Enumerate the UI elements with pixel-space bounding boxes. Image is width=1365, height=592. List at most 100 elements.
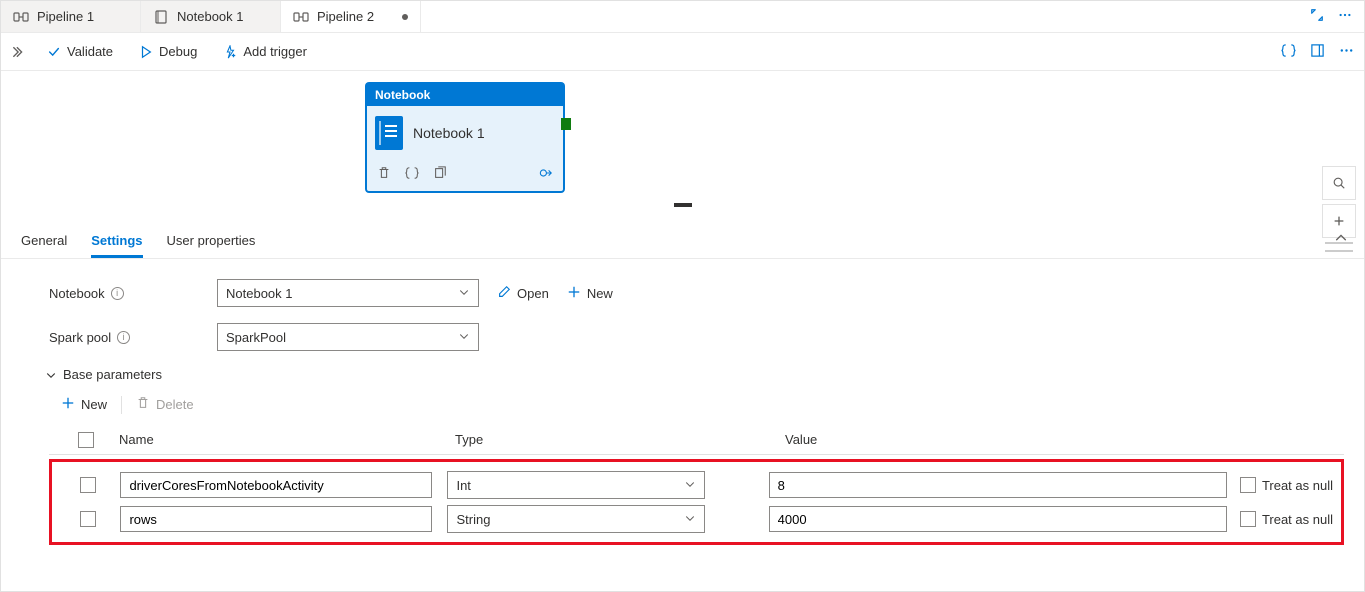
base-parameters-label: Base parameters [63, 367, 162, 382]
spark-pool-label: Spark pool i [49, 330, 217, 345]
col-type: Type [455, 432, 785, 447]
chevron-down-icon [684, 512, 696, 527]
param-type-select[interactable]: String [447, 505, 705, 533]
debug-label: Debug [159, 44, 197, 59]
param-name-input[interactable] [120, 506, 432, 532]
tab-label: Notebook 1 [177, 9, 244, 24]
param-new-label: New [81, 397, 107, 412]
param-type-select[interactable]: Int [447, 471, 705, 499]
param-delete-button: Delete [130, 394, 200, 415]
plus-icon [567, 285, 581, 302]
activity-body: Notebook 1 [367, 106, 563, 160]
toolbar: Validate Debug Add trigger [1, 33, 1364, 71]
add-trigger-button[interactable]: Add trigger [213, 33, 317, 70]
settings-form: Notebook i Notebook 1 Open New Spark poo… [1, 259, 1364, 545]
new-label: New [587, 286, 613, 301]
parameters-highlight: Int Treat as null String [49, 459, 1344, 545]
param-type-value: Int [456, 478, 470, 493]
treat-as-null-label: Treat as null [1262, 512, 1333, 527]
open-label: Open [517, 286, 549, 301]
pipeline-canvas[interactable]: Notebook Notebook 1 [1, 71, 1364, 221]
info-icon[interactable]: i [111, 287, 124, 300]
notebook-label-text: Notebook [49, 286, 105, 301]
properties-tabs: General Settings User properties [1, 221, 1364, 259]
spark-pool-label-text: Spark pool [49, 330, 111, 345]
validate-button[interactable]: Validate [37, 33, 123, 70]
panel-drag-handle[interactable] [674, 203, 692, 207]
open-notebook-button[interactable]: Open [497, 285, 549, 302]
trash-icon [136, 396, 150, 413]
plus-icon [61, 396, 75, 413]
tab-notebook1[interactable]: Notebook 1 [141, 1, 281, 32]
trigger-icon [223, 45, 237, 59]
treat-as-null-label: Treat as null [1262, 478, 1333, 493]
param-value-input[interactable] [769, 506, 1227, 532]
col-name: Name [115, 432, 455, 447]
notebook-activity[interactable]: Notebook Notebook 1 [367, 84, 563, 191]
parameters-table: Name Type Value Int Treat as null [49, 425, 1344, 545]
param-name-input[interactable] [120, 472, 432, 498]
row-checkbox[interactable] [80, 511, 96, 527]
new-notebook-button[interactable]: New [567, 285, 613, 302]
tabs-right-controls [1310, 1, 1364, 32]
spark-pool-select[interactable]: SparkPool [217, 323, 479, 351]
col-value: Value [785, 432, 1261, 447]
success-connector[interactable] [561, 118, 571, 130]
check-icon [47, 45, 61, 59]
toolbar-right [1281, 33, 1354, 70]
notebook-label: Notebook i [49, 286, 217, 301]
debug-button[interactable]: Debug [129, 33, 207, 70]
pipeline-icon [13, 9, 29, 25]
code-braces-icon[interactable] [1281, 43, 1296, 61]
search-button[interactable] [1322, 166, 1356, 200]
tab-pipeline2[interactable]: Pipeline 2 [281, 1, 421, 32]
param-value-input[interactable] [769, 472, 1227, 498]
treat-as-null-checkbox[interactable] [1240, 477, 1256, 493]
validate-label: Validate [67, 44, 113, 59]
play-icon [139, 45, 153, 59]
tab-label: Pipeline 1 [37, 9, 94, 24]
delete-icon[interactable] [377, 166, 391, 183]
table-row: String Treat as null [52, 502, 1341, 536]
base-parameters-toggle[interactable]: Base parameters [45, 367, 1344, 382]
tab-pipeline1[interactable]: Pipeline 1 [1, 1, 141, 32]
activity-header: Notebook [367, 84, 563, 106]
tab-general[interactable]: General [21, 233, 67, 258]
collapse-panel-icon[interactable] [1334, 231, 1348, 248]
notebook-select[interactable]: Notebook 1 [217, 279, 479, 307]
notebook-large-icon [375, 116, 403, 150]
modified-dot-icon [402, 14, 408, 20]
notebook-icon [153, 9, 169, 25]
row-checkbox[interactable] [80, 477, 96, 493]
expand-icon[interactable] [1310, 8, 1324, 25]
param-new-button[interactable]: New [55, 394, 113, 415]
notebook-select-value: Notebook 1 [226, 286, 293, 301]
treat-as-null-checkbox[interactable] [1240, 511, 1256, 527]
spark-pool-value: SparkPool [226, 330, 286, 345]
tab-settings[interactable]: Settings [91, 233, 142, 258]
edit-icon [497, 285, 511, 302]
activity-footer [367, 160, 563, 191]
select-all-checkbox[interactable] [78, 432, 94, 448]
divider [121, 396, 122, 414]
param-type-value: String [456, 512, 490, 527]
add-trigger-label: Add trigger [243, 44, 307, 59]
more-icon[interactable] [1339, 43, 1354, 61]
arrow-right-icon[interactable] [539, 166, 553, 183]
chevron-down-icon [458, 286, 470, 301]
code-braces-icon[interactable] [405, 166, 419, 183]
chevron-down-icon [684, 478, 696, 493]
table-row: Int Treat as null [52, 468, 1341, 502]
param-delete-label: Delete [156, 397, 194, 412]
info-icon[interactable]: i [117, 331, 130, 344]
param-actions: New Delete [55, 394, 1344, 415]
more-icon[interactable] [1338, 8, 1352, 25]
copy-icon[interactable] [433, 166, 447, 183]
table-header: Name Type Value [49, 425, 1344, 455]
sidebar-toggle-icon[interactable] [7, 45, 31, 59]
properties-panel-icon[interactable] [1310, 43, 1325, 61]
tab-user-properties[interactable]: User properties [167, 233, 256, 258]
tabs-row: Pipeline 1 Notebook 1 Pipeline 2 [1, 1, 1364, 33]
tab-label: Pipeline 2 [317, 9, 374, 24]
chevron-down-icon [458, 330, 470, 345]
